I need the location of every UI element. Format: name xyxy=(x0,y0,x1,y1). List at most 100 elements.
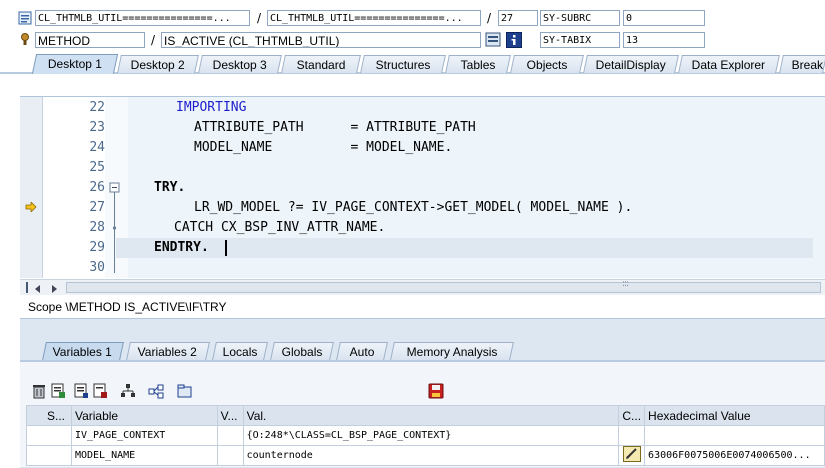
col-header-status[interactable]: S... xyxy=(26,405,72,426)
separator: / xyxy=(257,11,262,25)
info-icon[interactable] xyxy=(506,32,522,48)
tab-standard[interactable]: Standard xyxy=(281,55,361,73)
row-selector[interactable] xyxy=(26,425,72,446)
delete-icon[interactable] xyxy=(31,383,47,399)
include-field[interactable]: CL_THTMLB_UTIL===============... xyxy=(267,10,481,26)
row-selector[interactable] xyxy=(26,445,72,466)
code-area[interactable]: IMPORTING ATTRIBUTE_PATH = ATTRIBUTE_PAT… xyxy=(116,97,825,278)
current-line-highlight xyxy=(116,238,813,258)
collapse-toggle-icon[interactable] xyxy=(106,178,126,198)
scope-label: Scope \METHOD IS_ACTIVE\IF\TRY xyxy=(28,300,227,314)
folder-icon[interactable] xyxy=(177,383,193,399)
sysvar-value-field[interactable]: 0 xyxy=(623,10,705,26)
col-header-hex[interactable]: Hexadecimal Value xyxy=(644,405,825,426)
tab-tables[interactable]: Tables xyxy=(445,55,511,73)
variable-v xyxy=(216,445,244,466)
variables-table: S... Variable V... Val. C... Hexadecimal… xyxy=(26,405,825,466)
breakpoint-gutter[interactable] xyxy=(20,97,43,278)
fold-guide xyxy=(106,258,126,278)
tab-label: Desktop 2 xyxy=(130,58,185,72)
col-header-v[interactable]: V... xyxy=(216,405,244,426)
line-number: 23 xyxy=(89,120,105,135)
tab-break[interactable]: Break xyxy=(779,55,825,73)
program-icon xyxy=(18,11,32,25)
tab-memory-analysis[interactable]: Memory Analysis xyxy=(390,342,514,360)
table-header-row: S... Variable V... Val. C... Hexadecimal… xyxy=(26,405,825,426)
code-line-26: TRY. xyxy=(154,180,186,195)
col-header-value[interactable]: Val. xyxy=(242,405,620,426)
code-line-23: ATTRIBUTE_PATH = ATTRIBUTE_PATH xyxy=(194,120,476,135)
tab-label: Variables 1 xyxy=(53,345,113,359)
line-number: 24 xyxy=(89,140,105,155)
display-source-icon[interactable] xyxy=(485,32,501,47)
separator: / xyxy=(151,33,156,47)
variable-value[interactable]: {O:248*\CLASS=CL_BSP_PAGE_CONTEXT} xyxy=(242,425,620,446)
method-field[interactable]: IS_ACTIVE (CL_THTMLB_UTIL) xyxy=(161,32,481,48)
tab-variables-2[interactable]: Variables 2 xyxy=(126,342,210,360)
variable-name[interactable]: IV_PAGE_CONTEXT xyxy=(70,425,218,446)
fold-guide xyxy=(106,218,126,238)
editor-scroll-split xyxy=(26,282,28,293)
line-number: 29 xyxy=(89,240,105,255)
tab-locals[interactable]: Locals xyxy=(212,342,268,360)
save-icon[interactable] xyxy=(428,383,444,399)
scroll-left-icon[interactable] xyxy=(34,283,42,297)
tab-structures[interactable]: Structures xyxy=(360,55,446,73)
sysvar2-name-field[interactable]: SY-TABIX xyxy=(540,32,620,48)
type-field[interactable]: METHOD xyxy=(35,32,145,48)
line-number-field[interactable]: 27 xyxy=(498,10,538,26)
code-line-22: IMPORTING xyxy=(176,100,247,115)
variable-value[interactable]: counternode xyxy=(242,445,620,466)
table-row[interactable]: MODEL_NAME counternode 63006F0075006E007… xyxy=(26,445,825,466)
line-number: 22 xyxy=(89,100,105,115)
sysvar-name-field[interactable]: SY-SUBRC xyxy=(540,10,620,26)
line-number: 26 xyxy=(89,180,105,195)
sysvar2-value-field[interactable]: 13 xyxy=(623,32,705,48)
tab-label: Objects xyxy=(526,58,568,72)
line-number: 27 xyxy=(89,200,105,215)
layout-icon[interactable] xyxy=(73,383,89,399)
tab-label: Data Explorer xyxy=(691,58,766,72)
variable-name[interactable]: MODEL_NAME xyxy=(70,445,218,466)
navigate-icon[interactable] xyxy=(148,383,164,399)
program-field[interactable]: CL_THTMLB_UTIL===============... xyxy=(35,10,250,26)
line-number: 28 xyxy=(89,220,105,235)
scroll-right-icon[interactable] xyxy=(50,283,58,297)
col-header-change[interactable]: C... xyxy=(618,405,646,426)
variable-hex: 63006F0075006E0074006500... xyxy=(644,445,825,466)
tab-label: Desktop 1 xyxy=(47,57,102,71)
scroll-thumb[interactable]: ::: xyxy=(66,279,821,293)
tab-label: Variables 2 xyxy=(138,345,198,359)
method-icon xyxy=(18,32,32,46)
edit-pencil-icon[interactable] xyxy=(622,446,641,465)
table-row[interactable]: IV_PAGE_CONTEXT {O:248*\CLASS=CL_BSP_PAG… xyxy=(26,425,825,446)
tab-desktop-2[interactable]: Desktop 2 xyxy=(117,55,199,73)
code-line-24: MODEL_NAME = MODEL_NAME. xyxy=(194,140,453,155)
text-cursor xyxy=(225,240,227,256)
source-editor[interactable]: 22 23 24 25 26 27 28 29 30 IMPORTING ATT… xyxy=(20,96,825,278)
line-numbers: 22 23 24 25 26 27 28 29 30 xyxy=(43,97,105,278)
tab-label: Standard xyxy=(296,58,346,72)
tab-globals[interactable]: Globals xyxy=(270,342,334,360)
variable-change[interactable] xyxy=(618,445,646,466)
code-line-29: ENDTRY. xyxy=(154,240,209,255)
tab-data-explorer[interactable]: Data Explorer xyxy=(678,55,780,73)
tab-label: Globals xyxy=(281,345,323,359)
tab-label: DetailDisplay xyxy=(595,58,666,72)
tab-desktop-1[interactable]: Desktop 1 xyxy=(31,54,119,74)
tab-objects[interactable]: Objects xyxy=(510,55,584,73)
tab-label: Memory Analysis xyxy=(406,345,498,359)
col-header-variable[interactable]: Variable xyxy=(70,405,218,426)
tab-variables-1[interactable]: Variables 1 xyxy=(42,342,124,360)
tab-detaildisplay[interactable]: DetailDisplay xyxy=(583,55,679,73)
tab-label: Tables xyxy=(460,58,496,72)
hierarchy-icon[interactable] xyxy=(120,383,136,399)
tab-auto[interactable]: Auto xyxy=(336,342,388,360)
insert-row-icon[interactable] xyxy=(50,383,66,399)
variable-change xyxy=(618,425,646,446)
tab-label: Desktop 3 xyxy=(212,58,267,72)
tab-desktop-3[interactable]: Desktop 3 xyxy=(198,55,282,73)
separator: / xyxy=(487,11,492,25)
save-layout-icon[interactable] xyxy=(92,383,108,399)
editor-horizontal-scrollbar[interactable]: ::: xyxy=(20,279,825,295)
